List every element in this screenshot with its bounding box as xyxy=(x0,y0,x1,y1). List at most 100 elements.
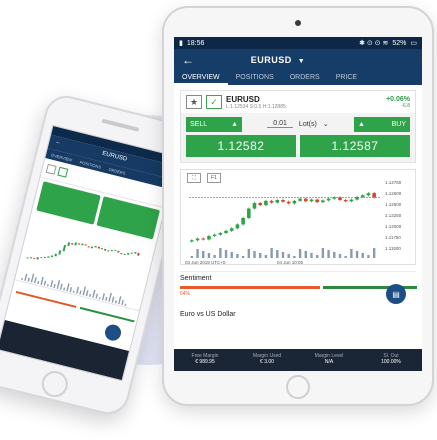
y-tick-label: 1.11750 xyxy=(385,235,401,240)
star-icon[interactable]: ★ xyxy=(186,95,202,109)
tablet-device: ▮ 18:56 ✱ ⊙ ⊙ ≋ 52% ▭ ← EURUSD ▼ OVERVIE… xyxy=(162,6,434,406)
candle-body xyxy=(372,193,376,198)
status-icons: ✱ ⊙ ⊙ ≋ xyxy=(359,40,389,47)
phone-volume-bar xyxy=(33,277,37,284)
phone-candle xyxy=(71,242,74,245)
metric-stop-out: Sl. Out 100.00% xyxy=(360,349,422,371)
phone-fab-button[interactable] xyxy=(103,322,123,343)
y-tick-label: 1.12500 xyxy=(385,202,402,207)
tab-orders[interactable]: ORDERS xyxy=(282,71,328,85)
volume-bar xyxy=(287,254,290,258)
phone-sentiment-sell-bar xyxy=(15,290,77,308)
price-chart[interactable]: 1.12750 1.12600 1.12500 1.12250 1.12000 1.117… xyxy=(180,169,416,265)
phone-volume-bar xyxy=(121,299,124,306)
sell-label: SELL xyxy=(190,120,208,128)
tablet-home-button xyxy=(286,375,310,399)
page-title: EURUSD xyxy=(250,55,292,65)
tab-positions[interactable]: POSITIONS xyxy=(228,71,282,85)
candle-body xyxy=(349,199,354,202)
phone-candle xyxy=(123,253,126,256)
instrument-description: Euro vs US Dollar xyxy=(180,311,236,318)
phone-candle xyxy=(43,256,46,259)
phone-volume-bar xyxy=(21,277,23,281)
phone-volume-bar xyxy=(85,290,89,297)
quantity-unit[interactable]: Lot(s) xyxy=(299,121,317,128)
phone-back-icon[interactable]: ← xyxy=(54,139,62,148)
candle-body xyxy=(315,199,319,203)
volume-bar xyxy=(202,251,205,258)
phone-candle xyxy=(74,242,77,246)
candle-body xyxy=(264,200,268,206)
buy-price-button[interactable]: 1.12587 xyxy=(300,135,410,157)
candle-body xyxy=(281,200,285,202)
status-time: 18:56 xyxy=(186,39,205,47)
phone-volume-bar xyxy=(118,296,122,305)
symbol-selector[interactable]: EURUSD ▼ xyxy=(202,55,414,65)
candle-body xyxy=(195,238,200,241)
fullscreen-icon[interactable]: ⛶ xyxy=(187,173,201,183)
candle-body xyxy=(201,238,206,240)
volume-bar xyxy=(190,256,194,258)
sell-toggle[interactable]: SELL ▲ xyxy=(186,116,242,132)
sentiment-card: Sentiment 64% ▤ xyxy=(180,271,417,305)
phone-volume-bar xyxy=(101,293,105,301)
phone-volume-bar xyxy=(59,283,63,290)
news-fab-button[interactable]: ▤ xyxy=(386,284,406,304)
symbol-name: EURUSD xyxy=(226,94,260,104)
volume-bar xyxy=(196,249,199,258)
volume-bar xyxy=(372,248,376,258)
metric-value: 100.00% xyxy=(381,359,401,365)
phone-candle xyxy=(26,257,29,259)
symbol-stats: L:1.12534 S:0.5 H:1.12885 xyxy=(226,103,286,110)
candle-body xyxy=(224,230,228,233)
volume-bar xyxy=(315,255,319,258)
volume-bar xyxy=(224,250,228,258)
volume-bar xyxy=(304,251,307,258)
phone-candle xyxy=(78,243,81,245)
phone-volume-bar xyxy=(114,300,117,304)
phone-volume-bar xyxy=(72,290,75,294)
tab-overview[interactable]: OVERVIEW xyxy=(174,71,228,85)
candle-body xyxy=(298,198,302,201)
candle-body xyxy=(286,201,291,204)
triangle-up-icon: ▲ xyxy=(358,120,365,128)
candle-body xyxy=(309,199,314,202)
buy-toggle[interactable]: ▲ BUY xyxy=(354,116,410,132)
app-header: ← EURUSD ▼ xyxy=(174,49,422,71)
volume-bar xyxy=(264,255,268,258)
y-tick-label: 1.11500 xyxy=(385,246,401,251)
phone-volume-bar xyxy=(76,286,80,294)
sentiment-title: Sentiment xyxy=(180,275,212,282)
y-tick-label: 1.12250 xyxy=(385,213,402,218)
volume-bar xyxy=(247,249,251,258)
volume-bar xyxy=(350,249,353,258)
sell-price-button[interactable]: 1.12582 xyxy=(186,135,296,157)
volume-bar xyxy=(207,253,211,258)
phone-volume-bar xyxy=(43,280,47,286)
tab-bar: OVERVIEW POSITIONS ORDERS PRICE xyxy=(174,71,422,85)
phone-check-icon[interactable] xyxy=(57,166,69,178)
phone-volume-bar xyxy=(66,283,70,292)
phone-candle xyxy=(47,256,50,258)
back-arrow-icon[interactable]: ← xyxy=(182,53,202,67)
quantity-selector[interactable]: 0.01 Lot(s) ⌄ xyxy=(246,120,350,128)
phone-volume-bar xyxy=(92,289,96,298)
checkmark-icon[interactable]: ✓ xyxy=(206,95,222,109)
phone-candle xyxy=(58,250,62,255)
tab-price[interactable]: PRICE xyxy=(328,71,365,85)
volume-bar xyxy=(270,248,273,258)
phone-candle xyxy=(107,250,110,252)
volume-bar xyxy=(230,252,233,258)
volume-bar xyxy=(338,254,342,258)
candle-body xyxy=(212,234,217,236)
volume-bar xyxy=(321,248,325,258)
x-tick-label: 04 Jun 10:05 xyxy=(277,260,304,265)
triangle-up-icon: ▲ xyxy=(231,120,238,128)
phone-star-icon[interactable] xyxy=(45,163,57,175)
battery-level: 52% xyxy=(392,39,407,47)
candle-body xyxy=(321,200,325,203)
quantity-input[interactable]: 0.01 xyxy=(267,120,293,128)
candle-body xyxy=(326,198,331,201)
timeframe-button[interactable]: F1 xyxy=(207,173,221,183)
volume-bar xyxy=(213,255,216,258)
